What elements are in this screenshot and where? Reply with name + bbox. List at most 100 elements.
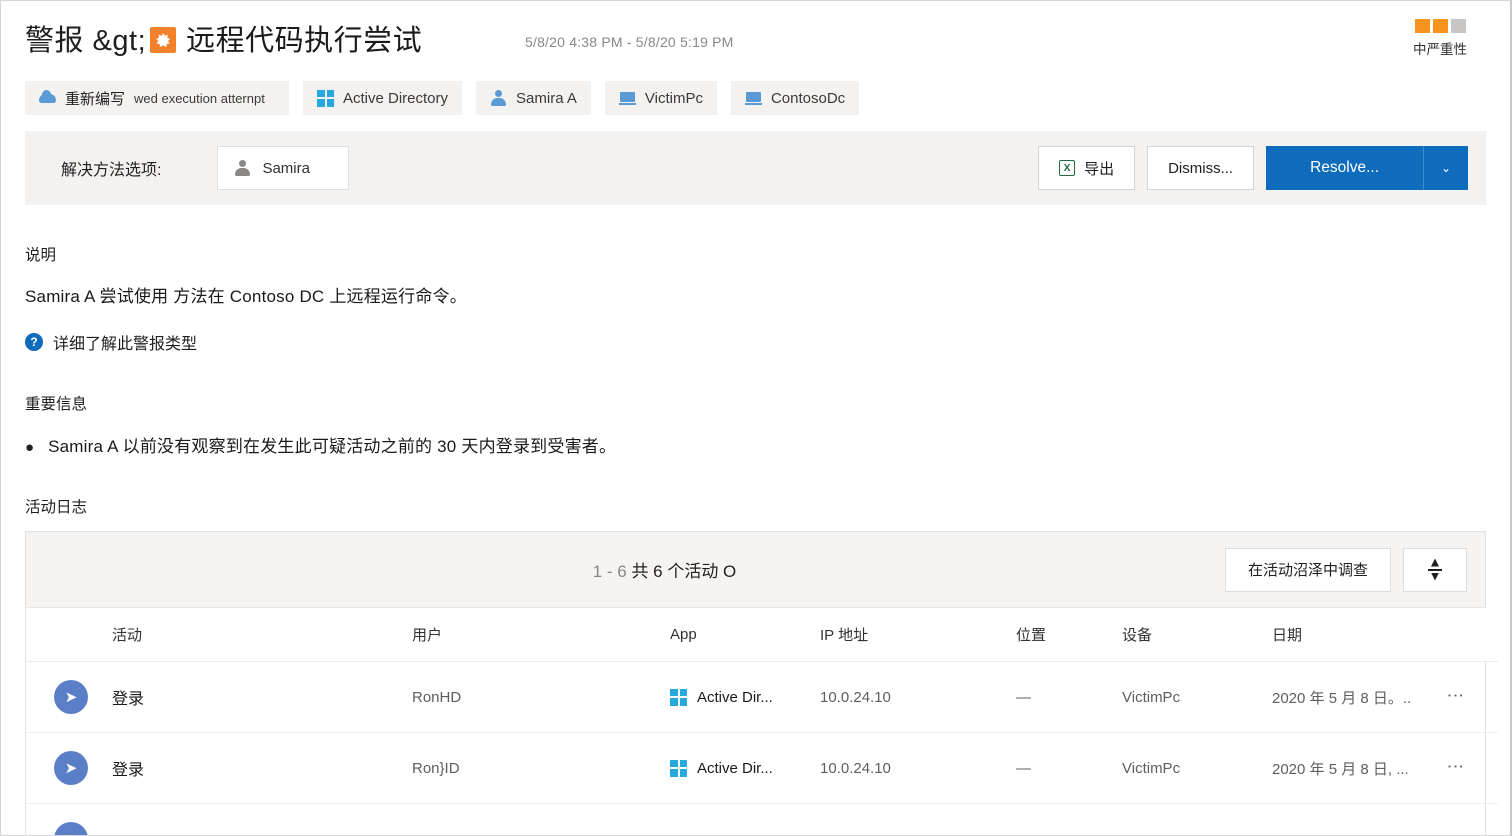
action-bar: 解决方法选项: Samira 导出 Dismiss... Resolve... …: [25, 131, 1486, 205]
row-menu-cell: ⋮: [1446, 732, 1498, 804]
dismiss-button[interactable]: Dismiss...: [1147, 146, 1255, 190]
table-row[interactable]: ➤ 登录 Ron}ID Active Dir... 10.0.24.10 — V…: [26, 732, 1498, 804]
important-info-heading: 重要信息: [25, 396, 88, 413]
dismiss-button-label: Dismiss...: [1168, 159, 1234, 177]
activity-counter-range: 1 - 6: [592, 562, 627, 581]
row-overflow-menu-icon[interactable]: ⋮: [1446, 687, 1465, 704]
row-device: VictimPc: [1122, 732, 1272, 804]
description-text: Samira A 尝试使用 方法在 Contoso DC 上远程运行命令。: [25, 287, 467, 306]
cloud-alert-icon: [39, 89, 56, 107]
row-activity: 登录: [112, 661, 412, 733]
assignee-picker[interactable]: Samira: [217, 146, 350, 190]
row-app: Active Dir...: [670, 661, 820, 733]
severity-bar-1: [1414, 19, 1430, 33]
chip-alert-name-cn: 重新编写: [65, 90, 126, 108]
resolve-button[interactable]: Resolve...: [1266, 146, 1424, 190]
windows-icon: [670, 688, 687, 706]
table-row[interactable]: ➤ 登录 RonHD Active Dir... 10.0.24.10 — Vi…: [26, 661, 1498, 733]
investigate-button-label: 在活动沼泽中调查: [1247, 562, 1368, 579]
breadcrumb-prefix: 警报 &gt;: [25, 25, 147, 57]
list-item: ● Samira A 以前没有观察到在发生此可疑活动之前的 30 天内登录到受害…: [25, 432, 1486, 457]
severity-bar-3: [1450, 19, 1466, 33]
row-app-label: Active Dir...: [697, 759, 773, 777]
resolve-button-label: Resolve...: [1310, 159, 1379, 176]
row-icon-cell: ➤: [26, 732, 112, 804]
row-menu-cell: ⋮: [1446, 661, 1498, 733]
export-button-label: 导出: [1084, 160, 1115, 178]
row-ip: [820, 803, 1016, 835]
row-activity-label: 登录: [112, 762, 145, 779]
chevron-down-icon[interactable]: ⌄: [1424, 146, 1468, 190]
row-activity: 登录: [112, 732, 412, 804]
activity-log-toolbar: 1 - 6 共 6 个活动 O 在活动沼泽中调查: [26, 532, 1485, 608]
login-arrow-icon: ➤: [54, 822, 88, 835]
row-device: [1122, 803, 1272, 835]
row-ip: 10.0.24.10: [820, 661, 1016, 733]
important-info-bullet: Samira A 以前没有观察到在发生此可疑活动之前的 30 天内登录到受害者。: [48, 437, 617, 456]
learn-more-label: 详细了解此警报类型: [53, 336, 198, 353]
windows-icon: [670, 759, 687, 777]
row-date: 2020 年 5 月 8 日, ...: [1272, 732, 1452, 804]
chip-samira-a[interactable]: Samira A: [476, 81, 591, 115]
windows-icon: [317, 89, 334, 107]
chip-alert-name-en: wed execution atternpt: [134, 90, 265, 106]
login-arrow-icon: ➤: [54, 751, 88, 785]
chip-victimpc-label: VictimPc: [644, 89, 703, 107]
column-header-menu: [1452, 608, 1498, 662]
chip-contosodc-label: ContosoDc: [770, 89, 846, 107]
column-header-date[interactable]: 日期: [1272, 608, 1452, 662]
table-row[interactable]: ➤: [26, 803, 1498, 835]
row-user: Ron}ID: [412, 732, 670, 804]
row-app-label: Active Dir...: [697, 688, 773, 706]
column-header-location[interactable]: 位置: [1016, 608, 1122, 662]
row-user: [412, 803, 670, 835]
activity-counter-text: 共 6 个活动 O: [631, 562, 737, 581]
resolution-options-label: 解决方法选项:: [61, 162, 162, 179]
column-header-device[interactable]: 设备: [1122, 608, 1272, 662]
help-icon: ?: [25, 333, 43, 351]
row-icon-cell: ➤: [26, 803, 112, 835]
person-icon: [490, 89, 507, 107]
chip-alert-name[interactable]: 重新编写 wed execution atternpt: [25, 81, 289, 115]
assignee-name: Samira: [262, 159, 310, 177]
severity-indicator: 中严重性: [1394, 19, 1486, 58]
bullet-icon: ●: [25, 439, 35, 456]
chip-contosodc[interactable]: ContosoDc: [730, 81, 860, 115]
activity-log-table: 活动 用户 App IP 地址 位置 设备 日期 ➤ 登录 RonHD Acti…: [26, 608, 1498, 835]
monitor-icon: [618, 90, 636, 107]
table-header-row: 活动 用户 App IP 地址 位置 设备 日期: [26, 608, 1498, 662]
row-location: —: [1016, 732, 1122, 804]
alert-date-range: 5/8/20 4:38 PM - 5/8/20 5:19 PM: [525, 34, 734, 50]
row-device: VictimPc: [1122, 661, 1272, 733]
row-user: RonHD: [412, 661, 670, 733]
row-activity-label: 登录: [112, 691, 145, 708]
chip-active-directory[interactable]: Active Directory: [303, 81, 463, 115]
activity-log-table-container: 1 - 6 共 6 个活动 O 在活动沼泽中调查 活动 用户 App IP 地址…: [25, 531, 1498, 835]
resolve-split-button[interactable]: Resolve... ⌄: [1266, 146, 1468, 190]
row-date: [1272, 803, 1452, 835]
chip-victimpc[interactable]: VictimPc: [604, 81, 717, 115]
activity-log-section: 活动日志: [1, 495, 1510, 517]
investigate-button[interactable]: 在活动沼泽中调查: [1224, 547, 1391, 592]
sort-button[interactable]: [1403, 547, 1467, 592]
column-header-user[interactable]: 用户: [412, 608, 670, 662]
row-overflow-menu-icon[interactable]: ⋮: [1446, 758, 1465, 775]
row-location: [1016, 803, 1122, 835]
description-heading: 说明: [25, 247, 57, 264]
export-button[interactable]: 导出: [1038, 146, 1136, 190]
learn-more-link[interactable]: ? 详细了解此警报类型: [25, 330, 197, 354]
person-icon: [234, 159, 251, 177]
description-section: 说明 Samira A 尝试使用 方法在 Contoso DC 上远程运行命令。…: [1, 243, 1510, 354]
row-app: [670, 803, 820, 835]
alert-details-page: 警报 &gt; 远程代码执行尝试 5/8/20 4:38 PM - 5/8/20…: [0, 0, 1512, 836]
severity-bars: [1394, 19, 1486, 33]
alert-burst-icon: [150, 27, 177, 53]
login-arrow-icon: ➤: [54, 680, 88, 714]
entity-chip-row: 重新编写 wed execution atternpt Active Direc…: [1, 81, 1510, 115]
column-header-activity[interactable]: 活动: [112, 608, 412, 662]
row-app: Active Dir...: [670, 732, 820, 804]
row-icon-cell: ➤: [26, 661, 112, 733]
column-header-app[interactable]: App: [670, 608, 820, 662]
activity-log-heading: 活动日志: [25, 499, 88, 516]
column-header-ip[interactable]: IP 地址: [820, 608, 1016, 662]
